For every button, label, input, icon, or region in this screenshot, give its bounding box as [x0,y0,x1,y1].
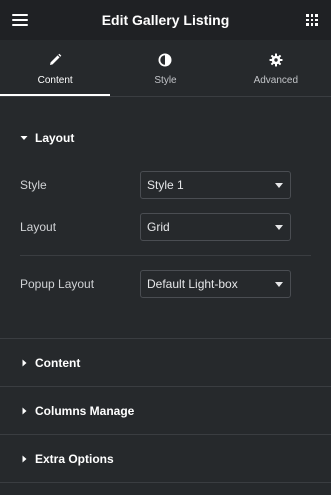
content-section-toggle[interactable]: Content [0,339,331,387]
half-circle-icon [158,53,172,67]
chevron-down-icon [275,282,283,287]
caret-right-icon [22,455,27,463]
chevron-down-icon [275,225,283,230]
tab-style-label: Style [154,75,177,86]
panel-header: Edit Gallery Listing [0,0,331,40]
caret-right-icon [22,359,27,367]
layout-field-label: Layout [20,220,57,234]
section-divider [0,482,331,483]
extra-options-section-toggle[interactable]: Extra Options [0,435,331,483]
tab-advanced[interactable]: Advanced [221,40,331,97]
field-divider [20,255,311,256]
popup-layout-select[interactable]: Default Light-box [140,270,291,298]
extra-options-section-title: Extra Options [35,452,114,466]
tab-advanced-label: Advanced [253,75,299,86]
caret-down-icon [20,136,28,140]
chevron-down-icon [275,183,283,188]
hamburger-menu-icon[interactable] [12,14,28,26]
page-title: Edit Gallery Listing [101,12,230,28]
popup-layout-field-label: Popup Layout [20,277,95,291]
style-select[interactable]: Style 1 [140,171,291,199]
apps-grid-icon[interactable] [306,14,318,26]
gear-icon [269,53,283,67]
style-select-value: Style 1 [147,178,184,192]
style-field-label: Style [20,178,47,192]
layout-section: Layout Style Style 1 Layout Grid Popup L… [0,97,331,338]
layout-select-value: Grid [147,220,170,234]
layout-select[interactable]: Grid [140,213,291,241]
columns-manage-section-toggle[interactable]: Columns Manage [0,387,331,435]
layout-section-toggle[interactable]: Layout [0,114,331,162]
editor-tabs: Content Style Advanced [0,40,331,97]
caret-right-icon [22,407,27,415]
columns-manage-section-title: Columns Manage [35,404,135,418]
tab-content[interactable]: Content [0,40,111,97]
pencil-icon [50,53,62,65]
content-section-title: Content [35,356,81,370]
tab-style[interactable]: Style [110,40,220,97]
popup-layout-select-value: Default Light-box [147,277,238,291]
tab-content-label: Content [37,75,73,86]
layout-section-title: Layout [35,131,75,145]
